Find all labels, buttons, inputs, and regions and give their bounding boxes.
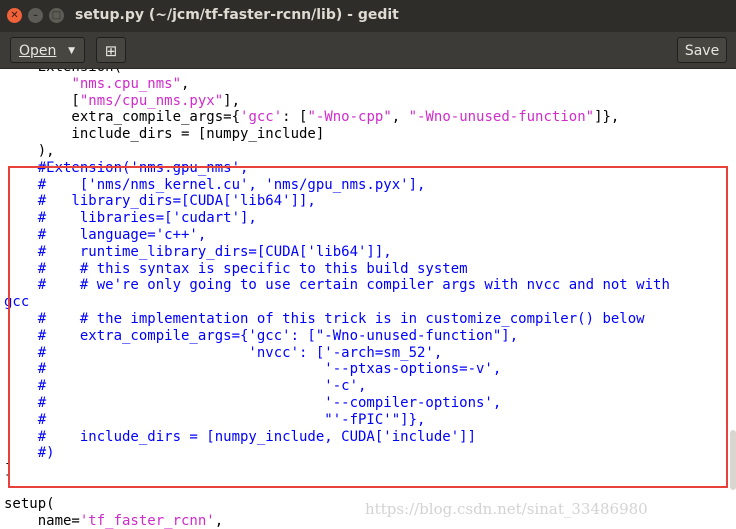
code-token: extra_compile_args={: [4, 109, 241, 126]
open-button-label: Open: [19, 43, 57, 59]
minimize-window-button[interactable]: –: [28, 8, 43, 23]
code-token: # runtime_library_dirs=[CUDA['lib64']],: [4, 243, 392, 260]
close-window-button[interactable]: ✕: [7, 8, 22, 23]
code-line: # 'nvcc': ['-arch=sm_52',: [4, 345, 670, 362]
code-line: # # we're only going to use certain comp…: [4, 277, 670, 294]
code-token: # # we're only going to use certain comp…: [4, 277, 670, 294]
code-line: ]: [4, 462, 670, 479]
code-line: ["nms/cpu_nms.pyx"],: [4, 93, 670, 110]
code-token: "-Wno-unused-function": [408, 109, 595, 126]
code-token: "nms.cpu_nms": [71, 75, 182, 92]
code-line: # extra_compile_args={'gcc': ["-Wno-unus…: [4, 328, 670, 345]
code-token: #): [4, 445, 55, 462]
save-button[interactable]: Save: [677, 37, 727, 63]
code-line: # # this syntax is specific to this buil…: [4, 261, 670, 278]
vertical-scrollbar[interactable]: [730, 430, 736, 490]
code-line: "nms.cpu_nms",: [4, 76, 670, 93]
code-token: ]: [4, 462, 13, 479]
code-line: gcc: [4, 294, 670, 311]
code-token: # 'nvcc': ['-arch=sm_52',: [4, 344, 443, 361]
code-line: # '--ptxas-options=-v',: [4, 361, 670, 378]
code-token: ,: [181, 75, 190, 92]
code-token: "-Wno-cpp": [307, 109, 392, 126]
new-document-button[interactable]: ⊞: [96, 37, 126, 63]
code-line: # runtime_library_dirs=[CUDA['lib64']],: [4, 244, 670, 261]
code-line: ),: [4, 143, 670, 160]
code-line: extra_compile_args={'gcc': ["-Wno-cpp", …: [4, 109, 670, 126]
code-line: # # the implementation of this trick is …: [4, 311, 670, 328]
code-line: Extension(: [4, 69, 670, 76]
code-token: # include_dirs = [numpy_include, CUDA['i…: [4, 428, 477, 445]
code-line: include_dirs = [numpy_include]: [4, 126, 670, 143]
code-token: # # the implementation of this trick is …: [4, 310, 645, 327]
code-line: # '-c',: [4, 378, 670, 395]
code-token: # # this syntax is specific to this buil…: [4, 260, 468, 277]
text-editor[interactable]: Extension( "nms.cpu_nms", ["nms/cpu_nms.…: [0, 69, 736, 529]
code-token: ,: [391, 109, 409, 126]
code-token: # '--ptxas-options=-v',: [4, 361, 502, 378]
watermark: https://blog.csdn.net/sinat_33486980: [365, 500, 648, 518]
code-token: # '-c',: [4, 378, 367, 395]
code-token: ],: [223, 92, 241, 109]
code-token: include_dirs = [numpy_include]: [4, 126, 325, 143]
code-line: # include_dirs = [numpy_include, CUDA['i…: [4, 429, 670, 446]
code-token: ]},: [594, 109, 620, 126]
code-token: ),: [4, 142, 55, 159]
code-line: # "'-fPIC'"]},: [4, 412, 670, 429]
code-token: [: [4, 92, 80, 109]
code-token: Extension(: [4, 69, 122, 75]
code-token: 'gcc': [240, 109, 283, 126]
window-title: setup.py (~/jcm/tf-faster-rcnn/lib) - ge…: [75, 7, 399, 23]
title-bar: ✕ – □ setup.py (~/jcm/tf-faster-rcnn/lib…: [0, 0, 736, 32]
code-text[interactable]: Extension( "nms.cpu_nms", ["nms/cpu_nms.…: [4, 69, 670, 529]
new-tab-icon: ⊞: [104, 42, 118, 60]
code-token: # extra_compile_args={'gcc': ["-Wno-unus…: [4, 327, 519, 344]
code-line: # '--compiler-options',: [4, 395, 670, 412]
code-token: # "'-fPIC'"]},: [4, 411, 426, 428]
code-line: # library_dirs=[CUDA['lib64']],: [4, 193, 670, 210]
code-token: # '--compiler-options',: [4, 394, 502, 411]
code-token: # library_dirs=[CUDA['lib64']],: [4, 193, 316, 210]
code-token: gcc: [4, 294, 30, 311]
code-token: 'tf_faster_rcnn': [79, 512, 215, 529]
header-bar: Open ▼ ⊞ Save: [0, 32, 736, 69]
maximize-window-button[interactable]: □: [49, 8, 64, 23]
chevron-down-icon: ▼: [68, 46, 75, 56]
code-line: # language='c++',: [4, 227, 670, 244]
code-line: #Extension('nms.gpu_nms',: [4, 160, 670, 177]
code-token: # libraries=['cudart'],: [4, 210, 257, 227]
code-token: # ['nms/nms_kernel.cu', 'nms/gpu_nms.pyx…: [4, 176, 426, 193]
code-token: # language='c++',: [4, 226, 207, 243]
code-token: : [: [282, 109, 308, 126]
code-token: name=: [4, 512, 80, 529]
code-line: # ['nms/nms_kernel.cu', 'nms/gpu_nms.pyx…: [4, 177, 670, 194]
code-token: #Extension('nms.gpu_nms',: [4, 159, 249, 176]
code-token: "nms/cpu_nms.pyx": [79, 92, 224, 109]
code-line: #): [4, 445, 670, 462]
code-token: setup(: [4, 495, 55, 512]
open-button[interactable]: Open ▼: [10, 37, 85, 63]
code-token: ,: [214, 512, 224, 529]
code-line: # libraries=['cudart'],: [4, 210, 670, 227]
